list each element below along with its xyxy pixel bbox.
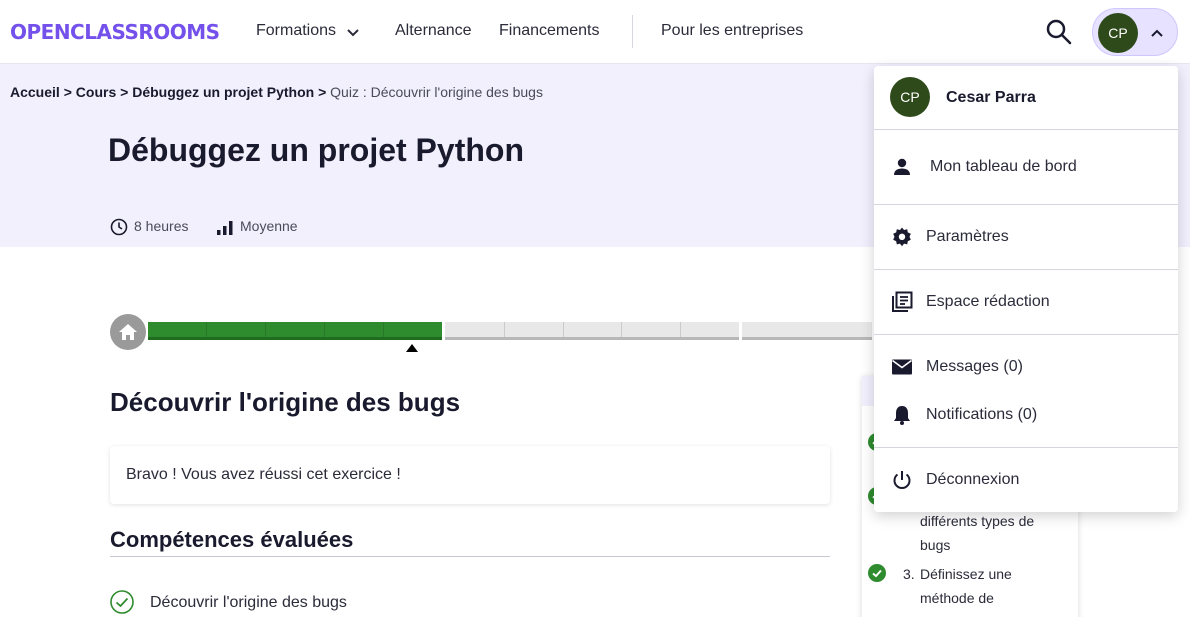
person-icon: [894, 158, 910, 175]
menu-divider: [874, 269, 1178, 270]
nav-formations[interactable]: Formations: [256, 22, 336, 40]
openclassrooms-logo[interactable]: OPENCLASSROOMS: [10, 20, 220, 44]
quiz-title: Découvrir l'origine des bugs: [110, 387, 461, 417]
breadcrumb: Accueil > Cours > Débuggez un projet Pyt…: [10, 84, 543, 100]
breadcrumb-separator: >: [318, 84, 327, 100]
nav-entreprises[interactable]: Pour les entreprises: [661, 22, 803, 40]
menu-item-notifications[interactable]: Notifications (0): [874, 395, 1178, 435]
menu-item-label: Espace rédaction: [926, 293, 1050, 310]
nav-financements[interactable]: Financements: [499, 22, 600, 40]
menu-divider: [874, 447, 1178, 448]
user-menu-button[interactable]: CP: [1092, 8, 1178, 56]
user-name: Cesar Parra: [946, 89, 1036, 106]
menu-item-label: Messages (0): [926, 358, 1023, 375]
skills-divider: [110, 556, 830, 557]
library-books-icon: [892, 291, 913, 312]
breadcrumb-separator: >: [120, 84, 129, 100]
clock-icon: [110, 218, 128, 236]
breadcrumb-courses[interactable]: Cours: [76, 84, 116, 100]
breadcrumb-course[interactable]: Débuggez un projet Python: [132, 84, 314, 100]
home-icon: [119, 324, 137, 340]
check-circle-icon: [110, 590, 134, 614]
difficulty-bars-icon: [217, 221, 233, 236]
skills-heading: Compétences évaluées: [110, 527, 354, 552]
chevron-down-icon[interactable]: [346, 26, 360, 40]
bell-icon: [894, 406, 910, 425]
course-home-button[interactable]: [110, 314, 146, 350]
menu-item-writing-space[interactable]: Espace rédaction: [874, 282, 1178, 322]
menu-item-settings[interactable]: Paramètres: [874, 217, 1178, 257]
menu-item-label: Déconnexion: [926, 471, 1020, 488]
progress-part-1[interactable]: [148, 322, 442, 340]
breadcrumb-separator: >: [63, 84, 72, 100]
menu-divider: [874, 334, 1178, 335]
page-title: Débuggez un projet Python: [108, 132, 524, 168]
sidebar-chapter-2-text[interactable]: différents types de: [920, 513, 1034, 529]
menu-divider: [874, 129, 1178, 130]
menu-item-label: Mon tableau de bord: [930, 158, 1077, 175]
check-circle-icon: [868, 564, 886, 582]
sidebar-chapter-3-text[interactable]: Définissez une: [920, 566, 1012, 582]
user-dropdown-menu: CP Cesar Parra Mon tableau de bord Param…: [874, 66, 1178, 512]
mail-icon: [892, 359, 912, 375]
gear-icon: [893, 227, 911, 247]
sidebar-chapter-2-text[interactable]: bugs: [920, 537, 950, 553]
menu-item-logout[interactable]: Déconnexion: [874, 460, 1178, 500]
progress-part-3[interactable]: [742, 322, 872, 340]
skill-label: Découvrir l'origine des bugs: [150, 594, 347, 611]
search-icon[interactable]: [1044, 17, 1074, 47]
breadcrumb-current: Quiz : Découvrir l'origine des bugs: [330, 84, 543, 100]
course-level-text: Moyenne: [240, 218, 298, 234]
menu-item-label: Notifications (0): [926, 406, 1038, 423]
sidebar-chapter-3-number: 3.: [903, 566, 915, 582]
progress-part-2[interactable]: [445, 322, 739, 340]
nav-divider: [632, 15, 633, 48]
course-duration-text: 8 heures: [134, 218, 189, 234]
menu-item-messages[interactable]: Messages (0): [874, 347, 1178, 387]
progress-current-marker: [406, 344, 418, 352]
menu-item-label: Paramètres: [926, 228, 1009, 245]
top-navbar: OPENCLASSROOMS Formations Alternance Fin…: [0, 0, 1190, 64]
course-level: Moyenne: [216, 218, 298, 236]
menu-divider: [874, 204, 1178, 205]
success-message: Bravo ! Vous avez réussi cet exercice !: [110, 446, 830, 504]
power-icon: [893, 471, 911, 489]
chevron-up-icon: [1151, 29, 1163, 37]
nav-alternance[interactable]: Alternance: [395, 22, 472, 40]
menu-item-dashboard[interactable]: Mon tableau de bord: [874, 147, 1178, 187]
avatar: CP: [890, 77, 930, 117]
breadcrumb-home[interactable]: Accueil: [10, 84, 60, 100]
course-duration: 8 heures: [110, 218, 188, 236]
sidebar-chapter-3-text[interactable]: méthode de: [920, 590, 994, 606]
avatar: CP: [1098, 13, 1138, 53]
